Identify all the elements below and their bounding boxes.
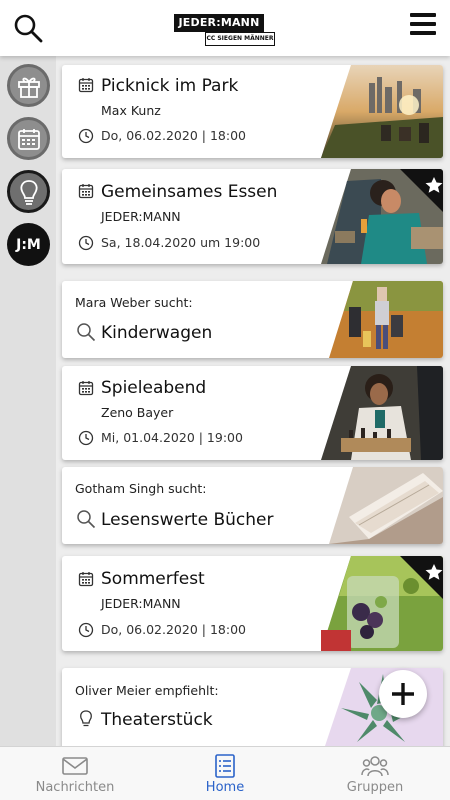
event-title: Spieleabend [101,378,207,398]
clock-icon [78,128,94,144]
event-title: Picknick im Park [101,76,239,96]
tab-label: Gruppen [346,780,404,795]
search-request-card[interactable]: Mara Weber sucht: Kinderwagen [62,281,443,358]
event-date: Sa, 18.04.2020 um 19:00 [101,235,261,250]
featured-star-icon [400,169,443,212]
search-icon [77,323,96,342]
event-date: Mi, 01.04.2020 | 19:00 [101,430,243,445]
event-card[interactable]: Gemeinsames Essen JEDER:MANN Sa, 18.04.2… [62,169,443,264]
gift-filter-button[interactable] [7,64,50,107]
tab-gruppen[interactable]: Gruppen [300,747,450,800]
recommender: Oliver Meier empfiehlt: [75,683,219,698]
lightbulb-icon [20,179,37,205]
event-date: Do, 06.02.2020 | 18:00 [101,128,246,143]
event-image [321,65,443,158]
bottom-navigation: Nachrichten Home Gruppen [0,746,450,800]
list-icon [215,754,235,778]
filter-sidebar: J:M [0,56,56,746]
jm-filter-button[interactable]: J:M [7,223,50,266]
logo-wordmark: JEDER:MANN [174,14,264,32]
jm-logo-icon: J:M [16,236,41,253]
tab-home[interactable]: Home [150,747,300,800]
calendar-icon [78,78,94,93]
hamburger-menu-icon[interactable] [410,13,436,37]
event-date: Do, 06.02.2020 | 18:00 [101,622,246,637]
gift-icon [17,77,40,98]
search-item: Lesenswerte Bücher [101,510,274,530]
tab-label: Home [205,780,245,795]
search-image [329,467,443,544]
search-icon[interactable] [12,12,44,44]
tab-label: Nachrichten [35,780,115,795]
envelope-icon [62,757,88,775]
search-request-card[interactable]: Gotham Singh sucht: Lesenswerte Bücher [62,467,443,544]
calendar-icon [17,128,40,150]
logo-subtitle: CC SIEGEN MÄNNER [205,32,275,46]
event-image [321,366,443,460]
search-item: Kinderwagen [101,323,213,343]
event-card[interactable]: Spieleabend Zeno Bayer Mi, 01.04.2020 | … [62,366,443,460]
calendar-icon [78,184,94,199]
featured-star-icon [400,556,443,599]
calendar-icon [78,381,94,396]
search-requester: Gotham Singh sucht: [75,481,207,496]
event-organizer: JEDER:MANN [101,596,181,611]
clock-icon [78,622,94,638]
clock-icon [78,430,94,446]
event-card[interactable]: Picknick im Park Max Kunz Do, 06.02.2020… [62,65,443,158]
search-image [329,281,443,358]
event-organizer: Zeno Bayer [101,405,174,420]
event-organizer: Max Kunz [101,103,161,118]
search-requester: Mara Weber sucht: [75,295,193,310]
event-filter-button[interactable] [7,117,50,160]
plus-icon [392,683,414,705]
add-button[interactable] [379,670,427,718]
group-icon [361,756,389,777]
recommendation-item: Theaterstück [101,710,213,730]
top-bar: JEDER:MANN CC SIEGEN MÄNNER [0,0,450,56]
clock-icon [78,235,94,251]
calendar-icon [78,572,94,587]
recommendation-filter-button[interactable] [7,170,50,213]
event-organizer: JEDER:MANN [101,209,181,224]
lightbulb-icon [80,710,92,727]
tab-nachrichten[interactable]: Nachrichten [0,747,150,800]
event-title: Sommerfest [101,569,205,589]
event-card[interactable]: Sommerfest JEDER:MANN Do, 06.02.2020 | 1… [62,556,443,651]
event-title: Gemeinsames Essen [101,182,278,202]
search-icon [77,510,96,529]
app-logo[interactable]: JEDER:MANN CC SIEGEN MÄNNER [174,14,278,48]
